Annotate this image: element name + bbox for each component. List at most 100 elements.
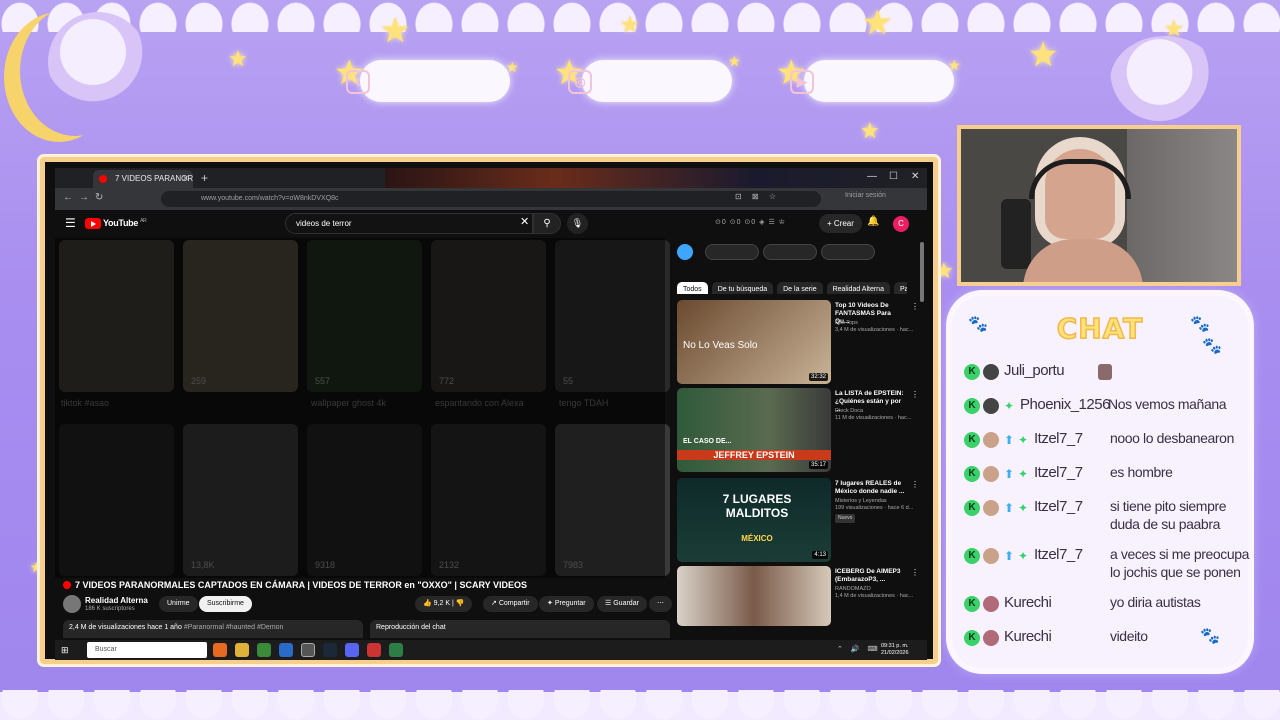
sparkle-badge-icon: ✦ (1017, 549, 1029, 563)
channel-avatar (677, 244, 693, 260)
scrollbar-thumb[interactable] (920, 242, 924, 302)
new-tab-icon[interactable]: + (201, 171, 208, 185)
recommendation-thumbnail[interactable] (677, 566, 831, 626)
star-decoration: ★ (1164, 16, 1184, 41)
forward-icon[interactable]: → (79, 192, 89, 203)
chat-pill[interactable] (705, 244, 759, 260)
description-box[interactable]: 2,4 M de visualizaciones hace 1 año #Par… (63, 620, 363, 638)
badge-icon: ⬆ (1003, 467, 1015, 481)
system-tray-icons[interactable]: ⌃ 🔊 ⌨ (837, 645, 881, 653)
toolbar-icons[interactable]: ⊡ ⊠ ☆ (735, 192, 780, 201)
sparkle-badge-icon: ✦ (1017, 501, 1029, 515)
app-icon[interactable] (279, 643, 293, 657)
sparkle-badge-icon: ✦ (1003, 399, 1015, 413)
chat-replay-button[interactable]: Reproducción del chat (370, 620, 670, 638)
recommendation-meta: Doc Tops 3,4 M de visualizaciones · hac..… (835, 320, 914, 333)
channel-avatar[interactable] (63, 595, 81, 613)
file-explorer-icon[interactable] (235, 643, 249, 657)
more-actions-button[interactable]: ⋯ (649, 596, 672, 612)
recommendation-item[interactable]: No Lo Veas Solo 32:32 Top 10 Videos De F… (677, 300, 919, 384)
extension-icons[interactable]: ⊙0 ⊙0 ⊙0 ◈ ☰ ♔ (715, 218, 786, 226)
taskbar-clock[interactable]: 09:31 p. m. 21/02/2026 (881, 643, 909, 657)
recommendation-title[interactable]: ICEBERG De AIMEP3 (EmbarazoP3, ... (835, 568, 905, 584)
cat-mascot-left (48, 12, 148, 112)
recommendation-item[interactable]: EL CASO DE... JEFFREY EPSTEIN 35:17 La L… (677, 388, 919, 472)
chip-from-search[interactable]: De tu búsqueda (711, 282, 774, 294)
kick-badge-icon: K (964, 466, 980, 482)
address-bar[interactable]: www.youtube.com/watch?v=oW8nkDVXQ8c (161, 191, 821, 207)
chat-text: a veces si me preocupa (1110, 546, 1250, 562)
mic-icon[interactable]: 🎙 (567, 213, 588, 234)
maximize-icon[interactable]: ☐ (889, 171, 898, 182)
browser-tab-bar: 7 VIDEOS PARANORMAL ✕ + — ☐ ✕ (55, 168, 927, 188)
channel-name[interactable]: Realidad Alterna (85, 596, 148, 605)
chip-all[interactable]: Todos (677, 282, 708, 294)
app-icon[interactable] (367, 643, 381, 657)
close-window-icon[interactable]: ✕ (911, 171, 919, 182)
share-button[interactable]: ↗ Compartir (483, 596, 538, 612)
more-icon[interactable]: ⋮ (911, 302, 919, 311)
save-button[interactable]: ☰ Guardar (597, 596, 647, 612)
user-avatar (983, 596, 999, 612)
chat-username: Itzel7_7 (1034, 430, 1083, 447)
account-avatar[interactable]: C (893, 216, 909, 232)
recommendation-title[interactable]: 7 lugares REALES de México donde nadie .… (835, 480, 905, 496)
chrome-icon[interactable] (257, 643, 271, 657)
chat-pill[interactable] (763, 244, 817, 260)
user-avatar (983, 630, 999, 646)
recommendation-thumbnail[interactable]: 7 LUGARES MALDITOS MÉXICO 4:13 (677, 478, 831, 562)
browser-tab[interactable]: 7 VIDEOS PARANORMAL ✕ (93, 170, 193, 188)
chat-pill[interactable] (821, 244, 875, 260)
chat-username: Itzel7_7 (1034, 464, 1083, 481)
user-avatar (983, 548, 999, 564)
more-icon[interactable]: ⋮ (911, 390, 919, 399)
chat-message: K ⬆ ✦ Itzel7_7 es hombre (964, 462, 1244, 486)
join-button[interactable]: Unirme (159, 596, 198, 612)
ask-button[interactable]: ✦ Preguntar (539, 596, 594, 612)
menu-icon[interactable]: ☰ (65, 216, 76, 230)
instagram-cloud (582, 60, 732, 102)
firefox-icon[interactable] (213, 643, 227, 657)
video-dim-overlay (55, 238, 665, 578)
youtube-favicon-icon (99, 175, 107, 183)
like-button[interactable]: 👍 9,2 K | 👎 (415, 596, 473, 612)
close-icon[interactable]: ✕ (182, 170, 189, 188)
clear-search-icon[interactable]: ✕ (520, 215, 529, 228)
app-icon[interactable] (389, 643, 403, 657)
notifications-bell-icon[interactable]: 🔔 (867, 216, 879, 227)
subscribe-button[interactable]: Suscribirme (199, 596, 252, 612)
youtube-logo-text: YouTube AR (103, 218, 147, 228)
live-chat-bar (677, 242, 887, 262)
kick-badge-icon: K (964, 398, 980, 414)
recommendation-item[interactable]: 7 LUGARES MALDITOS MÉXICO 4:13 7 lugares… (677, 478, 919, 562)
recommendation-item[interactable]: ICEBERG De AIMEP3 (EmbarazoP3, ... RANDO… (677, 566, 919, 626)
chip-from-series[interactable]: De la serie (777, 282, 823, 294)
bottom-cloud-border (0, 690, 1280, 720)
video-duration: 4:13 (812, 551, 828, 559)
chat-text: videito (1110, 628, 1148, 644)
screen-capture-frame: 7 VIDEOS PARANORMAL ✕ + — ☐ ✕ ← → ↻ www.… (40, 157, 938, 664)
taskbar-search-input[interactable]: Buscar (87, 642, 207, 658)
twitter-icon: t (346, 70, 370, 94)
chat-message: K ✦ Phoenix_1256 Nos vemos mañana (964, 394, 1244, 418)
search-input[interactable]: videos de terror (285, 213, 533, 234)
more-icon[interactable]: ⋮ (911, 480, 919, 489)
chip-channel[interactable]: Realidad Alterna (826, 282, 890, 294)
recommendation-thumbnail[interactable]: No Lo Veas Solo 32:32 (677, 300, 831, 384)
page-scrollbar[interactable] (919, 238, 925, 638)
youtube-logo-icon[interactable] (85, 218, 101, 229)
signin-button[interactable]: Iniciar sesión (845, 192, 886, 199)
more-icon[interactable]: ⋮ (911, 568, 919, 577)
windows-start-icon[interactable]: ⊞ (61, 645, 71, 655)
back-icon[interactable]: ← (63, 192, 73, 203)
discord-icon[interactable] (345, 643, 359, 657)
kick-badge-icon: K (964, 364, 980, 380)
create-button[interactable]: + Crear (819, 214, 862, 233)
minimize-icon[interactable]: — (867, 171, 877, 182)
obs-icon[interactable] (301, 643, 315, 657)
chip-more[interactable]: Pa (893, 282, 907, 294)
search-button[interactable]: ⚲ (533, 213, 561, 234)
reload-icon[interactable]: ↻ (95, 192, 103, 203)
recommendation-thumbnail[interactable]: EL CASO DE... JEFFREY EPSTEIN 35:17 (677, 388, 831, 472)
steam-icon[interactable] (323, 643, 337, 657)
